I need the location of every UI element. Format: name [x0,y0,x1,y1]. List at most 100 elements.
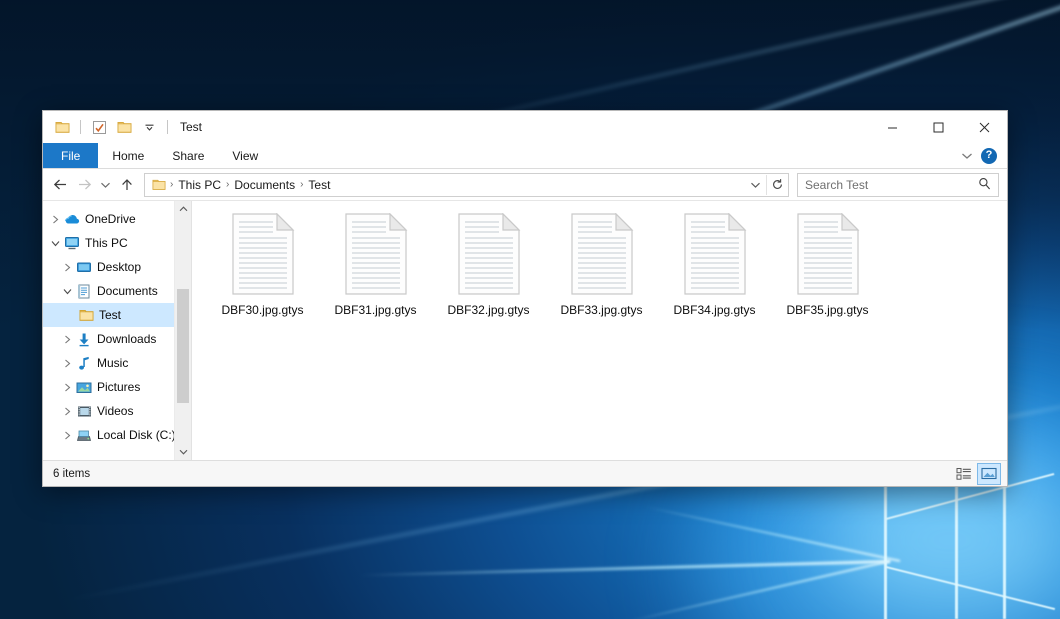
search-icon[interactable] [978,177,998,193]
folder-tree: OneDrive This PC [43,201,191,447]
refresh-button[interactable] [766,175,788,195]
sidebar-item-label: Pictures [97,380,140,394]
sidebar-item-label: Desktop [97,260,141,274]
view-buttons [953,463,1001,485]
address-bar-row: › This PC › Documents › Test [43,169,1007,200]
generic-document-icon [568,213,636,295]
navigation-pane-scrollbar[interactable] [174,201,191,460]
pictures-icon [75,381,93,394]
address-dropdown-button[interactable] [745,175,766,195]
chevron-right-icon[interactable] [59,431,75,440]
sidebar-item-label: This PC [85,236,128,250]
sidebar-item-videos[interactable]: Videos [43,399,191,423]
sidebar-item-label: Downloads [97,332,156,346]
file-name: DBF33.jpg.gtys [560,303,642,317]
sidebar-item-music[interactable]: Music [43,351,191,375]
breadcrumb-separator: › [225,179,230,190]
scrollbar-thumb[interactable] [177,289,189,403]
generic-document-icon [342,213,410,295]
chevron-right-icon[interactable] [59,383,75,392]
sidebar-item-local-disk-c[interactable]: Local Disk (C:) [43,423,191,447]
sidebar-item-label: Videos [97,404,133,418]
maximize-button[interactable] [915,111,961,143]
help-icon[interactable]: ? [981,148,997,164]
generic-document-icon [681,213,749,295]
scroll-up-icon[interactable] [175,201,191,217]
chevron-down-icon[interactable] [47,240,63,247]
file-item[interactable]: DBF35.jpg.gtys [771,211,884,317]
details-view-button[interactable] [953,464,975,484]
properties-icon[interactable] [89,117,109,137]
downloads-arrow-icon [75,332,93,347]
file-list-pane[interactable]: DBF30.jpg.gtys [192,201,1007,460]
scroll-down-icon[interactable] [175,444,191,460]
file-name: DBF31.jpg.gtys [334,303,416,317]
file-item[interactable]: DBF34.jpg.gtys [658,211,771,317]
caption-buttons [869,111,1007,143]
address-bar[interactable]: › This PC › Documents › Test [144,173,789,197]
sidebar-item-downloads[interactable]: Downloads [43,327,191,351]
folder-icon[interactable] [52,117,72,137]
file-item[interactable]: DBF31.jpg.gtys [319,211,432,317]
search-input[interactable]: Search Test [798,178,868,192]
search-box[interactable]: Search Test [797,173,999,197]
sidebar-item-desktop[interactable]: Desktop [43,255,191,279]
documents-icon [75,284,93,299]
generic-document-icon [794,213,862,295]
large-icons-view-button[interactable] [977,463,1001,485]
folder-icon [77,308,95,322]
local-disk-icon [75,429,93,442]
folder-icon[interactable] [150,178,168,191]
chevron-right-icon[interactable] [59,359,75,368]
sidebar-item-pictures[interactable]: Pictures [43,375,191,399]
chevron-right-icon[interactable] [59,407,75,416]
file-item[interactable]: DBF32.jpg.gtys [432,211,545,317]
qat-separator-1 [80,120,81,134]
sidebar-item-onedrive[interactable]: OneDrive [43,207,191,231]
close-button[interactable] [961,111,1007,143]
tab-view[interactable]: View [218,143,272,168]
qat-separator-2 [167,120,168,134]
quick-access-toolbar: Test [43,111,202,143]
new-folder-icon[interactable] [114,117,134,137]
address-bar-controls [745,174,788,196]
this-pc-monitor-icon [63,236,81,250]
tab-share[interactable]: Share [158,143,218,168]
chevron-right-icon[interactable] [59,263,75,272]
minimize-button[interactable] [869,111,915,143]
breadcrumb: › This PC › Documents › Test [145,178,333,192]
chevron-down-icon[interactable] [59,288,75,295]
status-bar: 6 items [43,460,1007,486]
breadcrumb-separator: › [299,179,304,190]
chevron-down-icon[interactable] [961,149,973,163]
desktop: Test File Home Share View [0,0,1060,619]
up-button[interactable] [116,174,138,196]
file-item[interactable]: DBF33.jpg.gtys [545,211,658,317]
tab-home[interactable]: Home [98,143,158,168]
sidebar-item-this-pc[interactable]: This PC [43,231,191,255]
breadcrumb-item-this-pc[interactable]: This PC [175,178,224,192]
generic-document-icon [229,213,297,295]
sidebar-item-label: Documents [97,284,158,298]
recent-locations-button[interactable] [97,174,114,196]
sidebar-item-test[interactable]: Test [43,303,191,327]
music-note-icon [75,356,93,371]
breadcrumb-item-test[interactable]: Test [305,178,333,192]
back-button[interactable] [49,174,71,196]
file-grid: DBF30.jpg.gtys [206,211,1007,317]
breadcrumb-item-documents[interactable]: Documents [231,178,298,192]
window-body: OneDrive This PC [43,200,1007,460]
tab-file[interactable]: File [43,143,98,168]
sidebar-item-documents[interactable]: Documents [43,279,191,303]
chevron-down-icon[interactable] [139,117,159,137]
sidebar-item-label: Music [97,356,128,370]
videos-film-icon [75,405,93,418]
forward-button[interactable] [73,174,95,196]
chevron-right-icon[interactable] [47,215,63,224]
file-name: DBF34.jpg.gtys [673,303,755,317]
sidebar-item-label: OneDrive [85,212,136,226]
file-item[interactable]: DBF30.jpg.gtys [206,211,319,317]
generic-document-icon [455,213,523,295]
title-bar: Test [43,111,1007,143]
chevron-right-icon[interactable] [59,335,75,344]
